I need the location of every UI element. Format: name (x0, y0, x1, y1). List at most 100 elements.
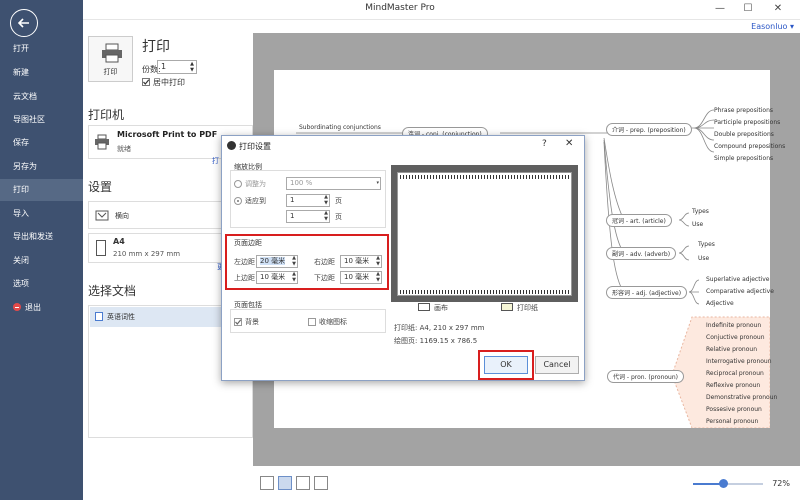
adjust-radio[interactable] (234, 180, 242, 188)
mindmap-node-preposition: 介词 - prep. (preposition) (606, 123, 692, 136)
sidebar-item-save-as[interactable]: 另存为 (0, 156, 83, 178)
fit-to-label: 适应到 (245, 197, 266, 205)
dialog-title: 打印设置 (239, 142, 271, 151)
ok-button[interactable]: OK (484, 356, 528, 374)
sidebar-item-exit-label: 退出 (25, 303, 41, 312)
dialog-app-icon (227, 141, 236, 150)
printer-properties-link[interactable]: 打 (212, 156, 219, 166)
dialog-preview-page (397, 172, 572, 296)
mindmap-node-article: 冠词 - art. (article) (606, 214, 672, 227)
orientation-icon (95, 210, 109, 221)
spinner-icon[interactable]: ▲ ▼ (376, 271, 380, 283)
zoom-slider-thumb[interactable] (719, 479, 728, 488)
sidebar-item-save[interactable]: 保存 (0, 132, 83, 154)
top-margin-label: 上边距 (234, 274, 255, 282)
margins-group-title: 页面边距 (234, 239, 262, 247)
fit-to-radio[interactable] (234, 197, 242, 205)
spinner-icon[interactable]: ▲ ▼ (324, 194, 328, 206)
printer-name: Microsoft Print to PDF (117, 130, 218, 139)
user-account-link[interactable]: Easonluo ▾ (751, 22, 794, 31)
mindmap-leaf: Demonstrative pronoun (706, 394, 778, 401)
sidebar-item-new[interactable]: 新建 (0, 62, 83, 84)
mindmap-leaf: Comparative adjective (706, 288, 774, 295)
background-label: 背景 (245, 318, 259, 326)
sidebar: 打开 新建 云文档 导图社区 保存 另存为 打印 导入 导出和发送 关闭 选项 … (0, 0, 83, 500)
bottom-margin-label: 下边距 (314, 274, 335, 282)
adjust-label: 调整为 (245, 180, 266, 188)
mindmap-leaf: Personal pronoun (706, 418, 759, 425)
center-print-checkbox[interactable] (142, 78, 150, 86)
cancel-button[interactable]: Cancel (535, 356, 579, 374)
right-margin-value: 10 毫米 (344, 257, 370, 265)
mindmap-leaf: Possesive pronoun (706, 406, 762, 413)
paper-size-dimensions: 210 mm x 297 mm (113, 250, 181, 258)
mindmap-leaf: Phrase prepositions (714, 107, 774, 114)
fit-page-view-button[interactable] (296, 476, 310, 490)
copies-spinner-icon[interactable]: ▲ ▼ (190, 61, 194, 73)
page-unit-label: 页 (335, 197, 342, 205)
select-document-heading: 选择文档 (88, 284, 137, 298)
spinner-icon[interactable]: ▲ ▼ (292, 255, 296, 267)
top-margin-input[interactable]: 10 毫米 ▲ ▼ (256, 271, 298, 284)
fit-to-height-input[interactable]: 1 ▲ ▼ (286, 210, 330, 223)
right-margin-label: 右边距 (314, 258, 335, 266)
printer-device-icon (95, 134, 109, 150)
sidebar-item-close[interactable]: 关闭 (0, 250, 83, 272)
minimize-button[interactable]: — (710, 2, 730, 16)
back-arrow-icon (17, 18, 29, 28)
preview-margin-top (400, 175, 570, 179)
collapse-icon-checkbox[interactable] (308, 318, 316, 326)
fit-width-view-button[interactable] (314, 476, 328, 490)
dialog-close-button[interactable]: ✕ (565, 138, 573, 149)
adjust-select[interactable]: 100 % ▾ (286, 177, 381, 190)
sidebar-item-cloud[interactable]: 云文档 (0, 86, 83, 108)
orientation-label: 横向 (115, 212, 129, 220)
help-button[interactable]: ? (542, 139, 547, 149)
fit-to-width-input[interactable]: 1 ▲ ▼ (286, 194, 330, 207)
mindmap-leaf: Adjective (706, 300, 734, 307)
close-window-button[interactable]: ✕ (768, 2, 788, 16)
back-button[interactable] (10, 9, 38, 37)
checkmark-icon (235, 319, 242, 325)
sidebar-item-import[interactable]: 导入 (0, 203, 83, 225)
copies-input[interactable]: 1 ▲ ▼ (157, 60, 197, 74)
spinner-icon[interactable]: ▲ ▼ (324, 210, 328, 222)
mindmap-leaf: Indefinite pronoun (706, 322, 762, 329)
mindmap-leaf: Relative pronoun (706, 346, 757, 353)
print-settings-dialog: 打印设置 ? ✕ 缩放比例 调整为 100 % ▾ 适应到 1 ▲ ▼ 页 1 ▲ ▼ 页… (221, 135, 585, 381)
multi-page-view-button[interactable] (278, 476, 292, 490)
center-print-label: 居中打印 (153, 78, 185, 87)
mindmap-leaf: Conjuctive pronoun (706, 334, 765, 341)
background-checkbox[interactable] (234, 318, 242, 326)
page-unit-label: 页 (335, 213, 342, 221)
sidebar-item-export[interactable]: 导出和发送 (0, 226, 83, 248)
maximize-button[interactable]: ☐ (738, 2, 758, 16)
bottom-margin-value: 10 毫米 (344, 273, 370, 281)
left-margin-label: 左边距 (234, 258, 255, 266)
zoom-level: 72% (772, 479, 790, 488)
mindmap-node-adjective: 形容词 - adj. (adjective) (606, 286, 688, 299)
sidebar-item-open[interactable]: 打开 (0, 38, 83, 60)
paper-size-name: A4 (113, 237, 125, 246)
printable-legend-label: 打印纸 (517, 304, 538, 312)
left-margin-input[interactable]: 20 毫米 ▲ ▼ (256, 255, 298, 268)
mindmap-text: Subordinating conjunctions (299, 124, 381, 131)
bottom-margin-input[interactable]: 10 毫米 ▲ ▼ (340, 271, 382, 284)
spinner-icon[interactable]: ▲ ▼ (376, 255, 380, 267)
sidebar-item-options[interactable]: 选项 (0, 273, 83, 295)
single-page-view-button[interactable] (260, 476, 274, 490)
dropdown-icon: ▾ (376, 180, 379, 186)
adjust-value: 100 % (290, 179, 313, 187)
print-button[interactable]: 打印 (88, 36, 133, 82)
sidebar-item-community[interactable]: 导图社区 (0, 109, 83, 131)
right-margin-input[interactable]: 10 毫米 ▲ ▼ (340, 255, 382, 268)
printer-heading: 打印机 (88, 108, 125, 122)
preview-margin-bottom (400, 290, 570, 294)
mindmap-leaf: Reciprocal pronoun (706, 370, 764, 377)
spinner-icon[interactable]: ▲ ▼ (292, 271, 296, 283)
sidebar-item-exit[interactable]: 退出 (0, 297, 83, 319)
mindmap-leaf: Types (698, 241, 715, 248)
bottom-toolbar: 72% (253, 466, 800, 500)
print-heading: 打印 (142, 39, 170, 55)
sidebar-item-print[interactable]: 打印 (0, 179, 83, 201)
